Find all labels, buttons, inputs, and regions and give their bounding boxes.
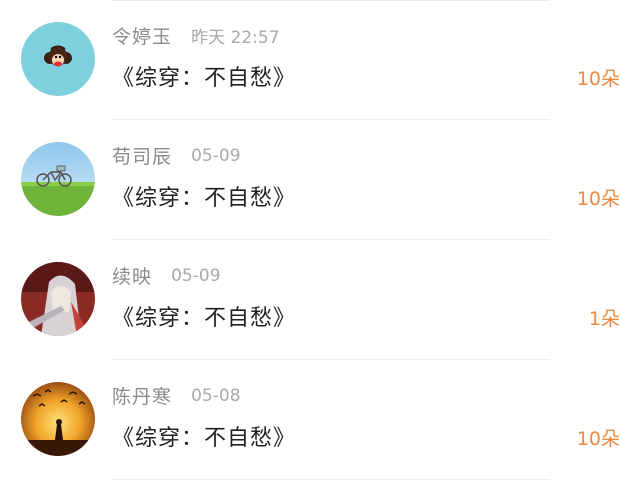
avatar[interactable] bbox=[21, 262, 95, 336]
avatar[interactable] bbox=[21, 22, 95, 96]
book-title[interactable]: 《综穿：不自愁》 bbox=[112, 420, 296, 452]
gift-count: 10朵 bbox=[576, 188, 620, 210]
bicycle-field-icon bbox=[21, 142, 95, 216]
book-title[interactable]: 《综穿：不自愁》 bbox=[112, 300, 296, 332]
list-item[interactable]: 陈丹寒 05-08 《综穿：不自愁》 10朵 bbox=[0, 360, 640, 480]
divider bbox=[112, 479, 550, 480]
gift-count: 10朵 bbox=[576, 68, 620, 90]
sunset-birds-icon bbox=[21, 382, 95, 456]
avatar[interactable] bbox=[21, 382, 95, 456]
book-title[interactable]: 《综穿：不自愁》 bbox=[112, 180, 296, 212]
list-item[interactable]: 苟司辰 05-09 《综穿：不自愁》 10朵 bbox=[0, 120, 640, 240]
avatar[interactable] bbox=[21, 142, 95, 216]
gift-record-list: 令婷玉 昨天 22:57 《综穿：不自愁》 10朵 苟司辰 05-09 《综穿：… bbox=[0, 0, 640, 482]
anime-character-icon bbox=[21, 262, 95, 336]
timestamp: 05-09 bbox=[191, 145, 241, 166]
sender-name: 陈丹寒 bbox=[112, 386, 173, 408]
list-item[interactable]: 令婷玉 昨天 22:57 《综穿：不自愁》 10朵 bbox=[0, 0, 640, 120]
book-title[interactable]: 《综穿：不自愁》 bbox=[112, 60, 296, 92]
monkey-face-icon bbox=[21, 22, 95, 96]
timestamp: 昨天 22:57 bbox=[191, 28, 280, 48]
sender-name: 令婷玉 bbox=[112, 26, 173, 48]
gift-count: 1朵 bbox=[588, 308, 620, 330]
timestamp: 05-09 bbox=[171, 265, 221, 286]
list-item[interactable]: 续映 05-09 《综穿：不自愁》 1朵 bbox=[0, 240, 640, 360]
gift-count: 10朵 bbox=[576, 428, 620, 450]
sender-name: 苟司辰 bbox=[112, 146, 173, 168]
timestamp: 05-08 bbox=[191, 385, 241, 406]
sender-name: 续映 bbox=[112, 266, 153, 288]
